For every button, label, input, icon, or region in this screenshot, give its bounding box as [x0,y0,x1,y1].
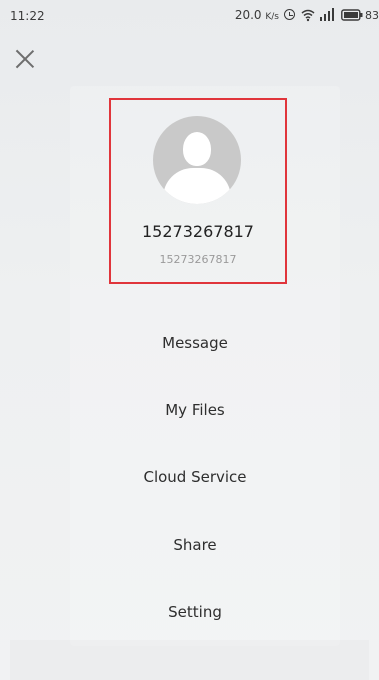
avatar-head [183,132,211,166]
avatar-body [163,168,231,204]
network-speed: 20.0 K/s [235,8,279,22]
profile-card[interactable]: 15273267817 15273267817 [109,98,287,284]
status-indicators: 20.0 K/s 83 [235,7,379,23]
network-speed-value: 20.0 [234,8,262,22]
menu-item-share[interactable]: Share [70,536,320,554]
background-footer [10,640,369,680]
avatar-placeholder-icon[interactable] [153,116,241,204]
menu-item-setting[interactable]: Setting [70,603,320,621]
profile-subtitle: 15273267817 [159,253,237,266]
battery-icon [341,8,363,22]
menu-item-cloud-service[interactable]: Cloud Service [70,468,320,486]
wifi-icon [301,8,315,22]
menu-item-message[interactable]: Message [70,334,320,352]
network-speed-unit: K/s [265,12,279,22]
profile-name: 15273267817 [142,222,254,241]
status-time: 11:22 [10,9,45,23]
drawer-screen: 11:22 20.0 K/s 83 15273267817 1527326781… [0,0,379,680]
battery-level: 83 [365,8,379,22]
menu-item-my-files[interactable]: My Files [70,401,320,419]
alarm-icon [283,8,297,22]
close-icon[interactable] [14,48,36,70]
status-bar: 11:22 20.0 K/s 83 [0,0,379,30]
signal-icon [319,8,337,22]
